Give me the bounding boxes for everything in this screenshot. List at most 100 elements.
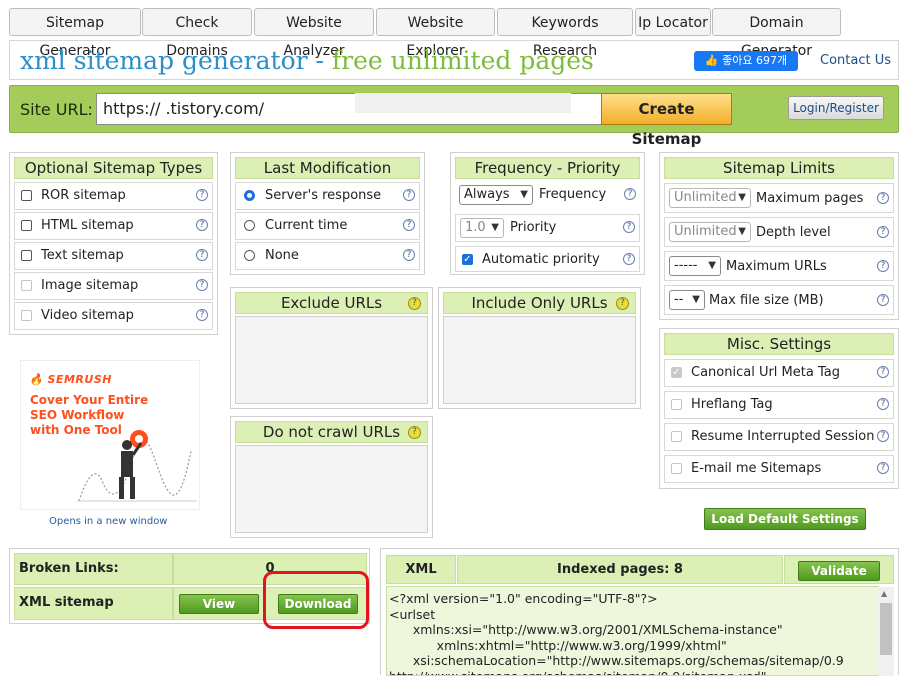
checkbox[interactable] <box>21 220 32 231</box>
option-text-sitemap[interactable]: Text sitemap? <box>14 242 213 270</box>
xml-scrollbar[interactable]: ▲ <box>878 587 894 676</box>
optional-sitemap-types-panel: Optional Sitemap Types ROR sitemap? HTML… <box>9 152 218 335</box>
help-icon[interactable]: ? <box>877 192 889 204</box>
checkbox-checked[interactable]: ✓ <box>462 254 473 265</box>
help-icon[interactable]: ? <box>408 426 421 439</box>
tab-check-domains[interactable]: Check Domains <box>142 8 252 59</box>
max-urls-select[interactable]: ----- ▼ <box>669 256 721 276</box>
ad-brand: SEMRUSH <box>47 373 112 386</box>
max-file-size-select[interactable]: -- ▼ <box>669 290 705 310</box>
lastmod-current-time[interactable]: Current time? <box>235 212 420 240</box>
scrollbar-thumb[interactable] <box>880 603 892 655</box>
help-icon[interactable]: ? <box>877 430 889 442</box>
help-icon[interactable]: ? <box>196 309 208 321</box>
url-input-highlight <box>355 93 571 113</box>
help-icon[interactable]: ? <box>403 249 415 261</box>
login-register-button[interactable]: Login/Register <box>788 96 884 120</box>
tab-website-explorer[interactable]: Website Explorer <box>376 8 495 59</box>
xml-code-textarea[interactable]: <?xml version="1.0" encoding="UTF-8"?> <… <box>386 586 879 676</box>
last-modification-panel: Last Modification Server's response? Cur… <box>230 152 425 275</box>
help-icon[interactable]: ? <box>196 219 208 231</box>
option-label: ROR sitemap <box>41 188 126 203</box>
help-icon[interactable]: ? <box>877 294 889 306</box>
title-sub: free unlimited pages <box>331 46 594 75</box>
chevron-down-icon: ▼ <box>738 226 746 237</box>
limit-max-urls: ----- ▼ Maximum URLs? <box>664 251 894 281</box>
include-urls-textarea[interactable] <box>443 316 636 404</box>
semrush-ad[interactable]: 🔥 SEMRUSH Cover Your Entire SEO Workflow… <box>20 360 200 510</box>
help-icon[interactable]: ? <box>877 398 889 410</box>
option-ror-sitemap[interactable]: ROR sitemap? <box>14 182 213 210</box>
chevron-down-icon: ▼ <box>708 260 716 271</box>
flame-icon: 🔥 <box>29 373 44 386</box>
select-value: Always <box>464 187 510 202</box>
tab-website-analyzer[interactable]: Website Analyzer <box>254 8 374 59</box>
help-icon[interactable]: ? <box>877 260 889 272</box>
option-image-sitemap: Image sitemap? <box>14 272 213 300</box>
help-icon[interactable]: ? <box>408 297 421 310</box>
option-html-sitemap[interactable]: HTML sitemap? <box>14 212 213 240</box>
select-value: 1.0 <box>465 220 486 235</box>
contact-us-link[interactable]: Contact Us <box>820 53 891 68</box>
help-icon[interactable]: ? <box>623 253 635 265</box>
help-icon[interactable]: ? <box>624 188 636 200</box>
panel-title: Misc. Settings <box>664 333 894 355</box>
tab-keywords-research[interactable]: Keywords Research <box>497 8 633 59</box>
title-main: xml sitemap generator <box>20 46 308 75</box>
facebook-like-button[interactable]: 👍 좋아요 697개 <box>694 51 798 71</box>
help-icon[interactable]: ? <box>403 219 415 231</box>
help-icon[interactable]: ? <box>196 189 208 201</box>
xml-sitemap-label: XML sitemap <box>14 587 173 620</box>
option-label: Image sitemap <box>41 278 139 293</box>
panel-title: Sitemap Limits <box>664 157 894 179</box>
option-label: Automatic priority <box>482 252 600 267</box>
limit-label: Maximum URLs <box>726 259 827 274</box>
misc-email-sitemaps: E-mail me Sitemaps? <box>664 455 894 483</box>
lastmod-servers-response[interactable]: Server's response? <box>235 182 420 210</box>
lastmod-none[interactable]: None? <box>235 242 420 270</box>
help-icon[interactable]: ? <box>196 279 208 291</box>
validate-button[interactable]: Validate <box>798 561 880 581</box>
misc-resume-session: Resume Interrupted Session? <box>664 423 894 451</box>
scroll-up-icon[interactable]: ▲ <box>881 589 887 598</box>
automatic-priority-row[interactable]: ✓ Automatic priority? <box>455 246 640 272</box>
help-icon[interactable]: ? <box>877 226 889 238</box>
radio[interactable] <box>244 220 255 231</box>
option-label: Resume Interrupted Session <box>691 429 875 444</box>
help-icon[interactable]: ? <box>877 462 889 474</box>
ad-opens-new-window-note: Opens in a new window <box>49 516 168 527</box>
broken-links-label: Broken Links: <box>14 553 173 585</box>
checkbox[interactable] <box>21 250 32 261</box>
no-crawl-urls-textarea[interactable] <box>235 445 428 533</box>
site-url-bar: Site URL: https:// .tistory.com/ Create … <box>9 85 899 148</box>
tab-sitemap-generator[interactable]: Sitemap Generator <box>9 8 141 59</box>
view-button[interactable]: View <box>179 594 259 614</box>
radio[interactable] <box>244 250 255 261</box>
panel-title: Include Only URLs? <box>443 292 636 314</box>
select-value: Unlimited <box>674 190 737 205</box>
sitemap-limits-panel: Sitemap Limits Unlimited ▼ Maximum pages?… <box>659 152 899 320</box>
frequency-select[interactable]: Always ▼ <box>459 185 533 205</box>
option-label: Text sitemap <box>41 248 124 263</box>
limit-depth-level: Unlimited ▼ Depth level? <box>664 217 894 247</box>
page-title: xml sitemap generator - free unlimited p… <box>20 45 594 77</box>
radio-selected[interactable] <box>244 190 255 201</box>
panel-title-text: Include Only URLs <box>471 294 608 312</box>
priority-select: 1.0 ▼ <box>460 218 504 238</box>
help-icon[interactable]: ? <box>877 366 889 378</box>
tab-domain-generator[interactable]: Domain Generator <box>712 8 841 59</box>
help-icon[interactable]: ? <box>196 249 208 261</box>
help-icon[interactable]: ? <box>616 297 629 310</box>
panel-title-text: Exclude URLs <box>280 294 383 312</box>
checkbox-disabled <box>21 280 32 291</box>
help-icon[interactable]: ? <box>623 221 635 233</box>
exclude-urls-textarea[interactable] <box>235 316 428 404</box>
checkbox-checked-disabled: ✓ <box>671 367 682 378</box>
create-sitemap-button[interactable]: Create Sitemap <box>601 93 732 148</box>
help-icon[interactable]: ? <box>403 189 415 201</box>
load-default-settings-button[interactable]: Load Default Settings <box>704 508 866 530</box>
tab-ip-locator[interactable]: Ip Locator <box>635 8 711 36</box>
checkbox[interactable] <box>21 190 32 201</box>
panel-title: Last Modification <box>235 157 420 179</box>
chevron-down-icon: ▼ <box>491 222 499 233</box>
